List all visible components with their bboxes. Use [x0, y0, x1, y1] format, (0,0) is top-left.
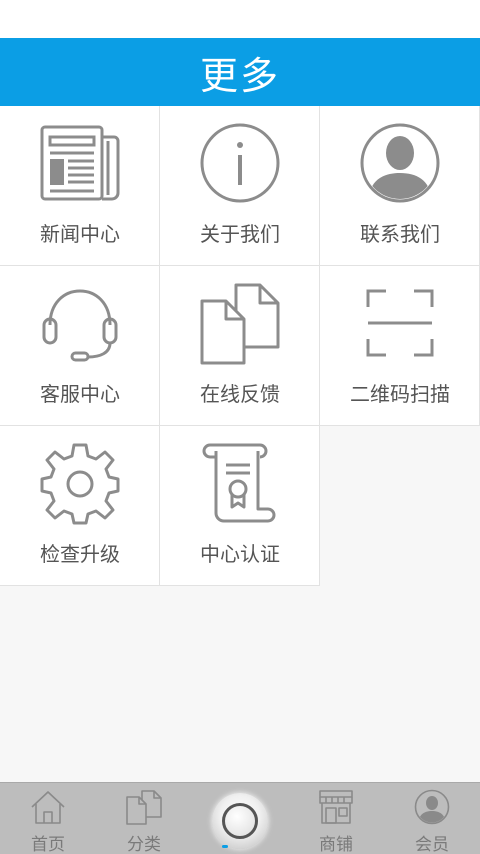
info-icon	[198, 121, 282, 205]
tab-store[interactable]: 商铺	[288, 783, 384, 854]
home-icon	[30, 789, 66, 825]
tab-label: 商铺	[319, 835, 353, 854]
grid-item-center-certification[interactable]: 中心认证	[160, 426, 320, 586]
tab-category[interactable]: 分类	[96, 783, 192, 854]
grid-item-qr-scan[interactable]: 二维码扫描	[320, 266, 480, 426]
grid-item-label: 新闻中心	[40, 222, 120, 246]
store-icon	[318, 789, 354, 825]
documents-icon	[198, 281, 282, 365]
grid-item-online-feedback[interactable]: 在线反馈	[160, 266, 320, 426]
tab-label: 首页	[31, 835, 65, 854]
page-header: 更多	[0, 38, 480, 106]
gear-icon	[38, 441, 122, 525]
grid-item-label: 检查升级	[40, 542, 120, 566]
headset-icon	[38, 281, 122, 365]
center-ring	[222, 803, 258, 839]
scan-frame-icon	[358, 281, 442, 365]
tab-label: 会员	[415, 835, 449, 854]
grid-item-news-center[interactable]: 新闻中心	[0, 106, 160, 266]
grid-item-label: 中心认证	[200, 542, 280, 566]
grid-item-label: 二维码扫描	[350, 382, 450, 406]
person-avatar-icon	[358, 121, 442, 205]
grid-item-about-us[interactable]: 关于我们	[160, 106, 320, 266]
tab-home[interactable]: 首页	[0, 783, 96, 854]
page-title: 更多	[199, 53, 280, 98]
grid-item-label: 联系我们	[360, 222, 440, 246]
grid-item-contact-us[interactable]: 联系我们	[320, 106, 480, 266]
grid-item-label: 在线反馈	[200, 382, 280, 406]
grid-item-label: 关于我们	[200, 222, 280, 246]
active-indicator	[222, 845, 228, 848]
member-avatar-icon	[414, 789, 450, 825]
category-icon	[126, 789, 162, 825]
newspaper-icon	[38, 121, 122, 205]
tab-label: 分类	[127, 835, 161, 854]
bottom-tab-bar: 首页 分类 商铺 会员	[0, 782, 480, 854]
tab-member[interactable]: 会员	[384, 783, 480, 854]
certificate-scroll-icon	[198, 441, 282, 525]
grid-item-customer-service[interactable]: 客服中心	[0, 266, 160, 426]
center-round-button[interactable]	[212, 793, 268, 849]
grid-item-check-update[interactable]: 检查升级	[0, 426, 160, 586]
status-bar	[0, 0, 480, 38]
grid-item-label: 客服中心	[40, 382, 120, 406]
